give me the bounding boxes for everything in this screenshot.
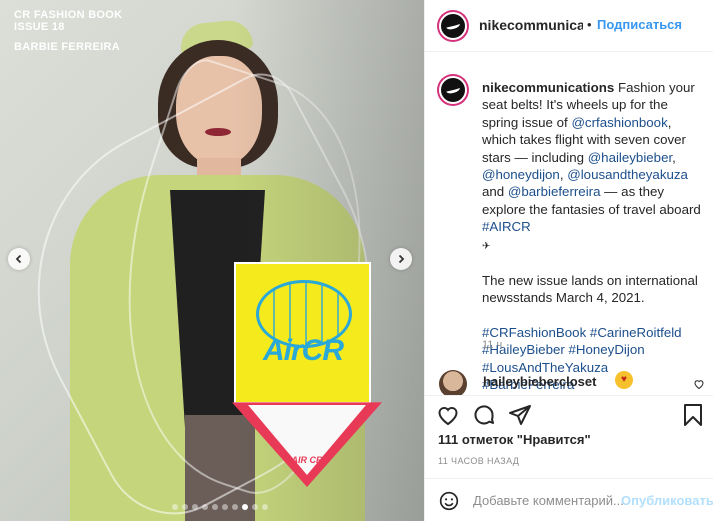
comment-username[interactable]: haileybiebercloset [483,374,596,389]
chevron-left-icon [15,254,22,264]
carousel-dot [262,504,268,510]
like-button[interactable] [435,402,461,428]
magazine-title: CR FASHION BOOK [14,9,123,21]
caption-paragraph: The new issue lands on international new… [482,273,698,306]
mention-link[interactable]: @honeydijon [482,167,560,182]
carousel-dot [232,504,238,510]
carousel-prev-button[interactable] [8,248,30,270]
caption-avatar[interactable] [439,76,467,104]
carousel-dot [252,504,258,510]
comment-input[interactable] [473,493,623,508]
hashtag-link[interactable]: #HoneyDijon [568,342,644,357]
publish-button[interactable]: Опубликовать [621,493,713,508]
magazine-cover-star: BARBIE FERREIRA [14,41,120,53]
carousel-dot [222,504,228,510]
swoosh-icon [445,20,461,32]
hashtag-link[interactable]: #CarineRoitfeld [590,325,682,340]
chevron-right-icon [398,254,405,264]
follow-button[interactable]: Подписаться [597,17,682,32]
carousel-dot [192,504,198,510]
post-sidebar: nikecommunications • Подписаться nikecom… [424,0,713,521]
carousel-dot [242,504,248,510]
mention-link[interactable]: @barbieferreira [508,184,601,199]
heart-icon [438,407,458,426]
mention-link[interactable]: @haileybieber [588,150,672,165]
save-button[interactable] [680,402,706,428]
likes-count[interactable]: 111 отметок "Нравится" [438,432,591,447]
comment-like-button[interactable] [693,378,705,393]
header-username[interactable]: nikecommunications [479,17,583,33]
mention-link[interactable]: @lousandtheyakuza [567,167,688,182]
magazine-issue: ISSUE 18 [14,21,65,33]
comment-item: haileybiebercloset ♥ [439,370,709,398]
carousel-dot [182,504,188,510]
bookmark-icon [684,404,702,426]
post-timestamp[interactable]: 11 ЧАСОВ НАЗАД [438,456,519,466]
heart-eyes-emoji: ♥ [615,371,633,389]
hashtag-link[interactable]: #AIRCR [482,219,531,234]
caption-text: , [672,149,676,165]
avatar[interactable] [439,12,467,40]
carousel-next-button[interactable] [390,248,412,270]
comment-icon [474,405,494,425]
carousel-dot [202,504,208,510]
media-shade [0,0,424,521]
mention-link[interactable]: @crfashionbook [571,115,667,130]
aircr-triangle-text: AIR CR [291,455,323,465]
send-icon [509,405,531,425]
plane-icon: ✈ [482,240,491,252]
hashtag-link[interactable]: #CRFashionBook [482,325,586,340]
header-separator: • [587,17,592,32]
emoji-button[interactable] [439,491,459,511]
comment-button[interactable] [471,402,497,428]
heart-icon [694,380,704,390]
comment-avatar[interactable] [439,370,467,398]
carousel-indicator [172,504,268,510]
smiley-icon [439,491,459,511]
add-comment-row: Опубликовать [425,478,713,521]
post-media[interactable]: CR FASHION BOOK ISSUE 18 BARBIE FERREIRA… [0,0,424,521]
post-caption: nikecommunications Fashion your seat bel… [482,79,702,411]
caption-time[interactable]: 11 ч. [482,339,505,351]
carousel-dot [212,504,218,510]
swoosh-icon [445,84,461,96]
action-bar [425,395,713,435]
caption-text: and [482,184,508,200]
caption-username[interactable]: nikecommunications [482,80,614,95]
aircr-logo-text: AirCR [262,334,344,367]
share-button[interactable] [507,402,533,428]
post-header: nikecommunications • Подписаться [425,0,713,52]
carousel-dot [172,504,178,510]
